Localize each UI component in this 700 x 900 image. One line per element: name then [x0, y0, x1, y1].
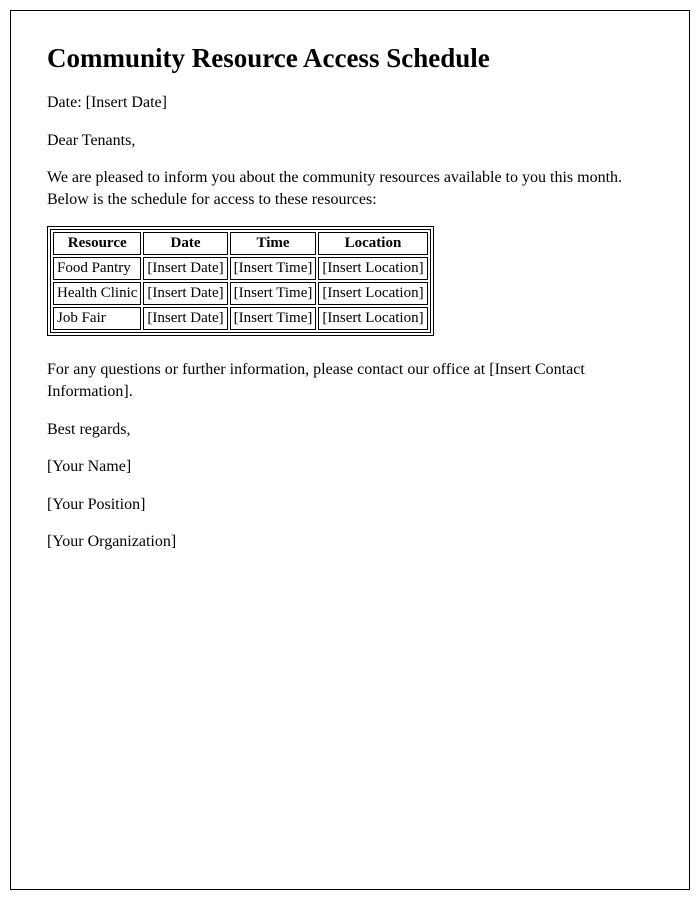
- col-header-date: Date: [143, 232, 227, 255]
- cell-resource: Food Pantry: [53, 257, 141, 280]
- contact-line: For any questions or further information…: [47, 359, 653, 402]
- cell-resource: Health Clinic: [53, 282, 141, 305]
- cell-date: [Insert Date]: [143, 307, 227, 330]
- cell-date: [Insert Date]: [143, 257, 227, 280]
- intro-paragraph: We are pleased to inform you about the c…: [47, 167, 653, 210]
- cell-time: [Insert Time]: [230, 307, 317, 330]
- schedule-table-wrap: Resource Date Time Location Food Pantry …: [47, 226, 434, 336]
- signature-name: [Your Name]: [47, 456, 653, 478]
- table-row: Food Pantry [Insert Date] [Insert Time] …: [53, 257, 428, 280]
- salutation: Dear Tenants,: [47, 130, 653, 152]
- signature-position: [Your Position]: [47, 494, 653, 516]
- cell-location: [Insert Location]: [318, 257, 427, 280]
- col-header-resource: Resource: [53, 232, 141, 255]
- cell-date: [Insert Date]: [143, 282, 227, 305]
- document-page: Community Resource Access Schedule Date:…: [10, 10, 690, 890]
- cell-time: [Insert Time]: [230, 282, 317, 305]
- signature-organization: [Your Organization]: [47, 531, 653, 553]
- table-header-row: Resource Date Time Location: [53, 232, 428, 255]
- schedule-table: Resource Date Time Location Food Pantry …: [50, 229, 431, 333]
- cell-location: [Insert Location]: [318, 307, 427, 330]
- cell-location: [Insert Location]: [318, 282, 427, 305]
- col-header-location: Location: [318, 232, 427, 255]
- closing: Best regards,: [47, 419, 653, 441]
- date-line: Date: [Insert Date]: [47, 92, 653, 114]
- cell-resource: Job Fair: [53, 307, 141, 330]
- col-header-time: Time: [230, 232, 317, 255]
- table-row: Job Fair [Insert Date] [Insert Time] [In…: [53, 307, 428, 330]
- table-row: Health Clinic [Insert Date] [Insert Time…: [53, 282, 428, 305]
- page-title: Community Resource Access Schedule: [47, 43, 653, 74]
- cell-time: [Insert Time]: [230, 257, 317, 280]
